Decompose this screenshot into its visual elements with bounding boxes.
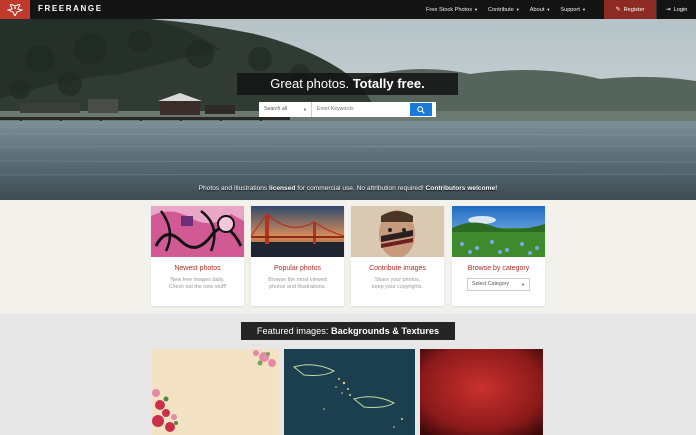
tagline-bold1: licensed bbox=[269, 185, 296, 192]
golden-gate-bridge-thumbnail bbox=[251, 206, 344, 257]
register-button[interactable]: ✎ Register bbox=[604, 0, 656, 19]
logo[interactable] bbox=[0, 0, 30, 19]
card-desc-line: Share your photos, bbox=[374, 277, 421, 283]
card-description: Share your photos, keep your copyrights. bbox=[351, 277, 444, 291]
login-button[interactable]: ⇥ Login bbox=[656, 0, 696, 19]
headline-regular: Great photos. bbox=[270, 76, 353, 91]
featured-section: Featured images: Backgrounds & Textures bbox=[0, 314, 696, 435]
nav-support[interactable]: Support ▼ bbox=[560, 7, 586, 13]
hero-tagline: Photos and Illustrations licensed for co… bbox=[0, 182, 696, 195]
search-input[interactable]: Enter Keywords bbox=[312, 102, 410, 117]
card-browse-by-category[interactable]: Browse by category Select Category ▼ bbox=[452, 206, 545, 306]
pencil-icon: ✎ bbox=[615, 7, 621, 13]
graffiti-thumbnail bbox=[151, 206, 244, 257]
card-title[interactable]: Browse by category bbox=[452, 265, 545, 272]
main-nav: Free Stock Photos ▼ Contribute ▼ About ▼ Su… bbox=[426, 0, 596, 19]
category-select[interactable]: Select Category ▼ bbox=[467, 278, 530, 291]
search-icon bbox=[417, 105, 425, 114]
search-scope-select[interactable]: Search all ▼ bbox=[259, 102, 312, 117]
meadow-thumbnail bbox=[452, 206, 545, 257]
search-button[interactable] bbox=[410, 103, 432, 116]
nav-label: Support bbox=[560, 6, 580, 13]
category-select-value: Select Category bbox=[472, 281, 509, 287]
featured-bold[interactable]: Backgrounds & Textures bbox=[331, 326, 439, 336]
headline-bold: Totally free. bbox=[352, 76, 425, 91]
search-bar: Search all ▼ Enter Keywords bbox=[259, 102, 436, 117]
featured-title: Featured images: Backgrounds & Textures bbox=[241, 322, 455, 340]
nav-free-stock-photos[interactable]: Free Stock Photos ▼ bbox=[426, 7, 478, 13]
login-icon: ⇥ bbox=[665, 7, 671, 13]
card-desc-line: photos and illustrations. bbox=[269, 284, 326, 290]
category-section: Newest photos New free images daily. Che… bbox=[0, 200, 696, 314]
caret-down-icon: ▼ bbox=[474, 6, 478, 12]
chevron-down-icon: ▼ bbox=[303, 107, 307, 112]
login-label: Login bbox=[673, 6, 688, 13]
card-description: Browse the most viewed photos and illust… bbox=[251, 277, 344, 291]
hands-stars-image[interactable] bbox=[284, 349, 415, 435]
caret-down-icon: ▼ bbox=[581, 6, 586, 12]
featured-prefix: Featured images: bbox=[256, 326, 331, 336]
nav-label: Contribute bbox=[487, 6, 514, 13]
caret-down-icon: ▼ bbox=[546, 6, 551, 12]
card-newest-photos[interactable]: Newest photos New free images daily. Che… bbox=[151, 206, 244, 306]
card-desc-line: Browse the most viewed bbox=[268, 277, 327, 283]
bird-icon bbox=[7, 3, 23, 16]
hero-headline: Great photos. Totally free. bbox=[237, 73, 458, 95]
card-title[interactable]: Contribute images bbox=[351, 265, 444, 272]
tagline-bold2[interactable]: Contributors welcome! bbox=[426, 185, 498, 192]
card-title[interactable]: Newest photos bbox=[151, 265, 244, 272]
nav-label: Free Stock Photos bbox=[426, 6, 473, 13]
face-paint-thumbnail bbox=[351, 206, 444, 257]
nav-contribute[interactable]: Contribute ▼ bbox=[488, 7, 520, 13]
caret-down-icon: ▼ bbox=[515, 6, 520, 12]
brand-name[interactable]: FREERANGE bbox=[38, 4, 103, 13]
card-desc-line: Check out the new stuff! bbox=[168, 284, 227, 290]
card-popular-photos[interactable]: Popular photos Browse the most viewed ph… bbox=[251, 206, 344, 306]
search-scope-value: Search all bbox=[264, 106, 288, 112]
top-navigation-bar: FREERANGE Free Stock Photos ▼ Contribute ▼… bbox=[0, 0, 696, 19]
card-title[interactable]: Popular photos bbox=[251, 265, 344, 272]
card-desc-line: New free images daily. bbox=[170, 277, 225, 283]
floral-background-image[interactable] bbox=[152, 349, 279, 435]
red-texture-image[interactable] bbox=[420, 349, 543, 435]
card-contribute-images[interactable]: Contribute images Share your photos, kee… bbox=[351, 206, 444, 306]
chevron-down-icon: ▼ bbox=[521, 282, 525, 287]
hero-banner: Great photos. Totally free. Search all ▼… bbox=[0, 19, 696, 200]
card-description: New free images daily. Check out the new… bbox=[151, 277, 244, 291]
nav-about[interactable]: About ▼ bbox=[530, 7, 551, 13]
tagline-part2: for commercial use. No attribution requi… bbox=[295, 185, 426, 192]
card-desc-line: keep your copyrights. bbox=[371, 284, 424, 290]
nav-label: About bbox=[529, 6, 545, 13]
register-label: Register bbox=[623, 6, 645, 13]
tagline-part1: Photos and Illustrations bbox=[198, 185, 270, 192]
